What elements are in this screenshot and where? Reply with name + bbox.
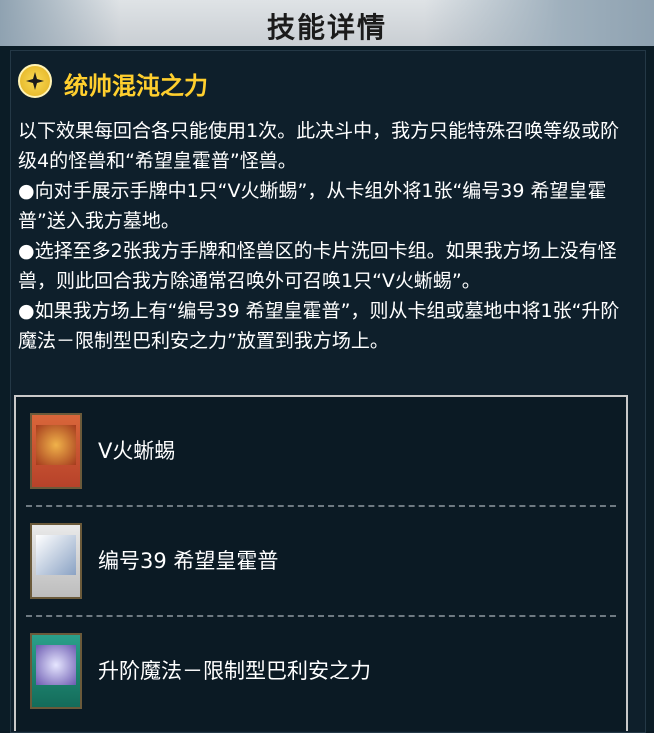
card-thumbnail	[30, 523, 82, 599]
description-line: ●选择至多2张我方手牌和怪兽区的卡片洗回卡组。如果我方场上没有怪兽，则此回合我方…	[18, 240, 617, 292]
star-icon	[18, 64, 52, 98]
skill-description: 以下效果每回合各只能使用1次。此决斗中，我方只能特殊召唤等级或阶级4的怪兽和“希…	[18, 116, 630, 356]
skill-detail-window: 技能详情 统帅混沌之力 以下效果每回合各只能使用1次。此决斗中，我方只能特殊召唤…	[0, 0, 654, 733]
description-line: ●向对手展示手牌中1只“V火蜥蜴”，从卡组外将1张“编号39 希望皇霍普”送入我…	[18, 180, 607, 232]
card-item[interactable]: 编号39 希望皇霍普	[16, 507, 626, 615]
card-name: 编号39 希望皇霍普	[98, 549, 279, 573]
card-item[interactable]: V火蜥蜴	[16, 397, 626, 505]
description-line: 以下效果每回合各只能使用1次。此决斗中，我方只能特殊召唤等级或阶级4的怪兽和“希…	[18, 120, 620, 172]
page-title: 技能详情	[266, 11, 387, 44]
related-card-list: V火蜥蜴 编号39 希望皇霍普 升阶魔法－限制型巴利安之力	[14, 395, 628, 731]
card-art	[36, 425, 76, 465]
skill-name: 统帅混沌之力	[64, 72, 208, 100]
card-thumbnail	[30, 413, 82, 489]
description-line: ●如果我方场上有“编号39 希望皇霍普”，则从卡组或墓地中将1张“升阶魔法－限制…	[18, 300, 620, 352]
card-art	[36, 645, 76, 685]
card-thumbnail	[30, 633, 82, 709]
card-name: V火蜥蜴	[98, 439, 176, 463]
card-art	[36, 535, 76, 575]
card-name: 升阶魔法－限制型巴利安之力	[98, 659, 371, 683]
card-item[interactable]: 升阶魔法－限制型巴利安之力	[16, 617, 626, 725]
header-bar: 技能详情	[0, 0, 654, 46]
